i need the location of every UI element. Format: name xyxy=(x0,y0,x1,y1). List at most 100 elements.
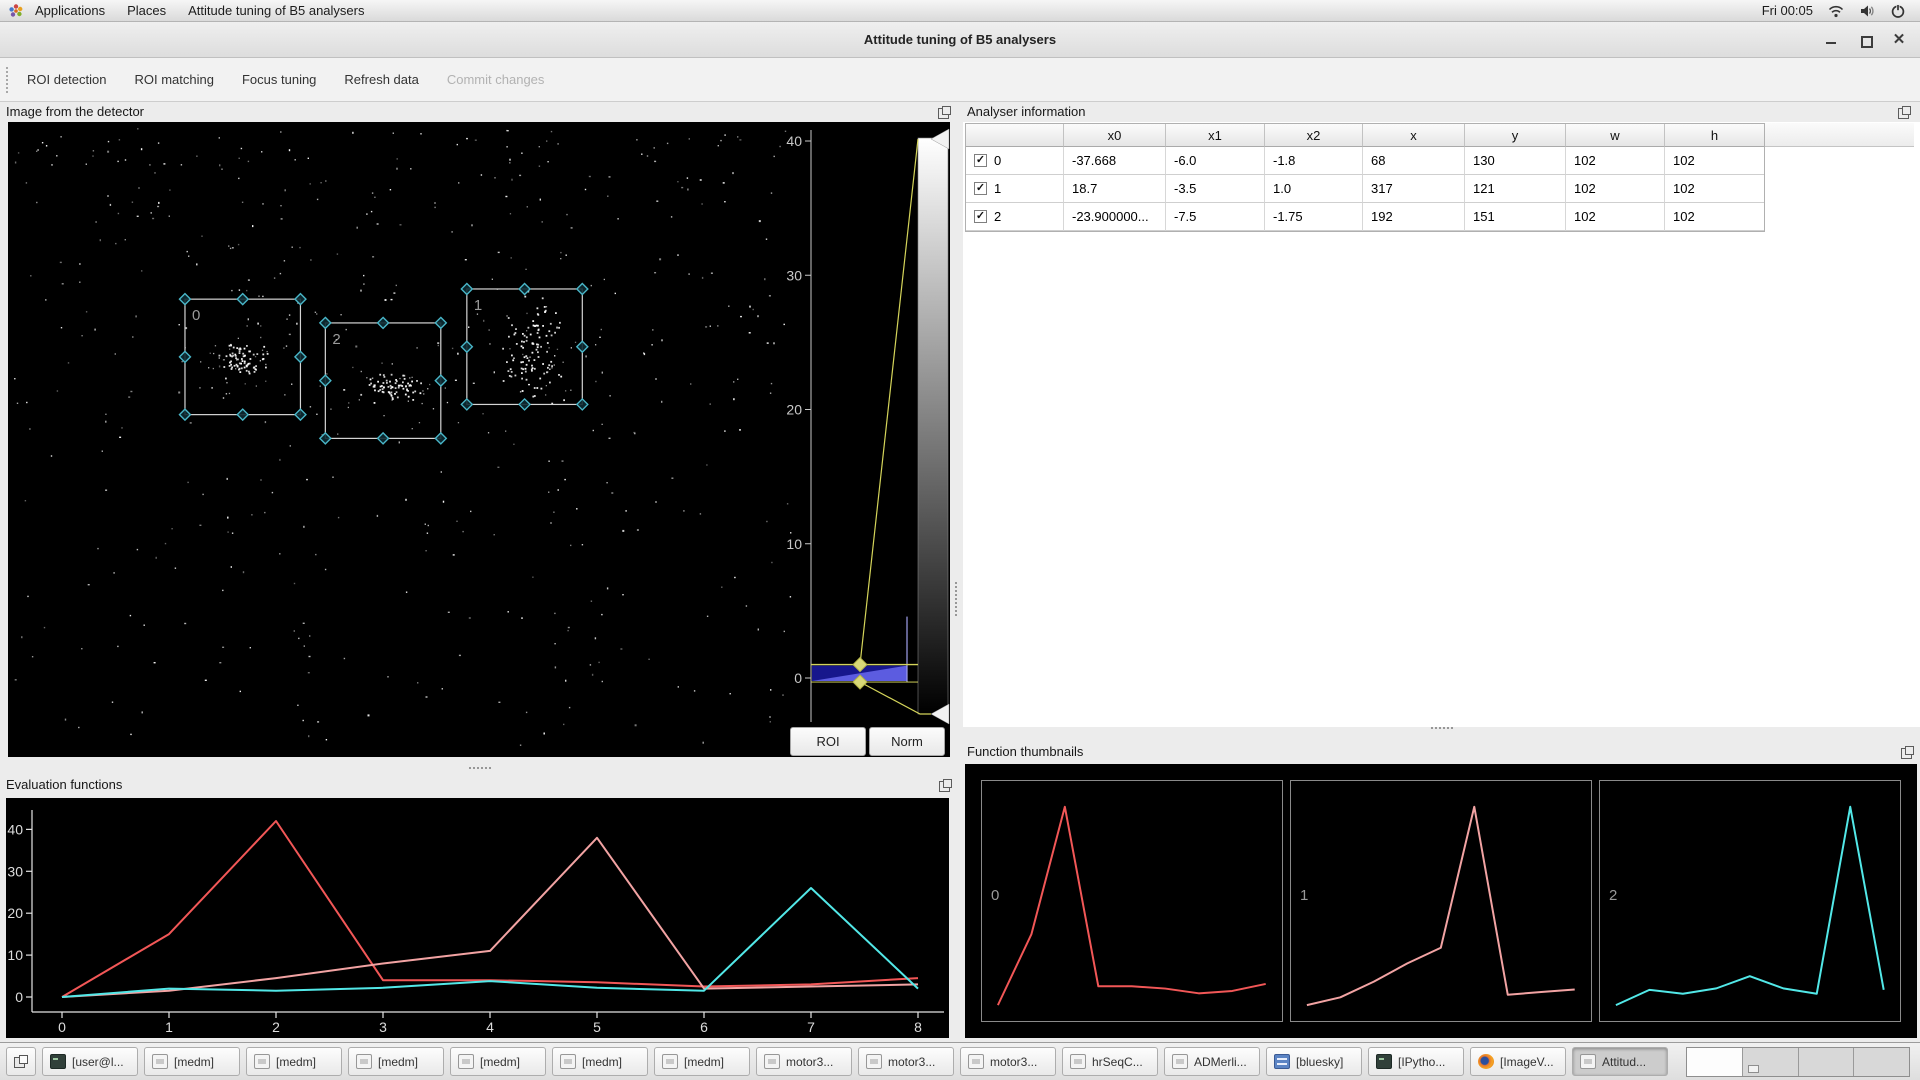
workspace-2[interactable] xyxy=(1743,1048,1799,1076)
row-0-cell-y[interactable]: 130 xyxy=(1465,147,1566,175)
taskbar-medm-3[interactable]: [medm] xyxy=(348,1047,444,1076)
row-0-cell-x0[interactable]: -37.668 xyxy=(1064,147,1166,175)
column-header-x2[interactable]: x2 xyxy=(1265,124,1363,147)
minimize-button[interactable] xyxy=(1824,33,1838,47)
thumbnail-0[interactable]: 0 xyxy=(981,780,1283,1022)
row-1-cell-x2[interactable]: 1.0 xyxy=(1265,175,1363,203)
taskbar-medm-6[interactable]: [medm] xyxy=(654,1047,750,1076)
column-header-h[interactable]: h xyxy=(1665,124,1764,147)
row-1-checkbox[interactable]: ✓ xyxy=(974,182,987,195)
menu-applications[interactable]: Applications xyxy=(24,0,116,21)
taskbar-bluesky[interactable]: [bluesky] xyxy=(1266,1047,1362,1076)
taskbar-hrseqc[interactable]: hrSeqC... xyxy=(1062,1047,1158,1076)
column-header-x1[interactable]: x1 xyxy=(1166,124,1265,147)
window-icon xyxy=(1580,1054,1596,1069)
toolbar-drag-handle[interactable] xyxy=(6,67,8,93)
table-row-2[interactable]: ✓2-23.900000...-7.5-1.75192151102102 xyxy=(966,203,1764,231)
taskbar-attitude[interactable]: Attitud... xyxy=(1572,1047,1668,1076)
svg-text:1: 1 xyxy=(474,297,482,314)
taskbar-medm-2[interactable]: [medm] xyxy=(246,1047,342,1076)
column-header-w[interactable]: w xyxy=(1566,124,1665,147)
roi-matching-button[interactable]: ROI matching xyxy=(125,65,224,94)
window-icon xyxy=(866,1054,882,1069)
roi-button[interactable]: ROI xyxy=(790,727,866,756)
menu-places[interactable]: Places xyxy=(116,0,177,21)
row-2-cell-x1[interactable]: -7.5 xyxy=(1166,203,1265,231)
refresh-data-button[interactable]: Refresh data xyxy=(334,65,428,94)
row-2-cell-x[interactable]: 192 xyxy=(1363,203,1465,231)
thumbnail-2[interactable]: 2 xyxy=(1599,780,1901,1022)
evaluation-detach-icon[interactable] xyxy=(939,779,952,792)
row-0-cell-x1[interactable]: -6.0 xyxy=(1166,147,1265,175)
row-2-cell-x0[interactable]: -23.900000... xyxy=(1064,203,1166,231)
row-1-cell-h[interactable]: 102 xyxy=(1665,175,1764,203)
row-1-id-cell[interactable]: ✓1 xyxy=(966,175,1064,203)
row-0-cell-h[interactable]: 102 xyxy=(1665,147,1764,175)
row-2-id-cell[interactable]: ✓2 xyxy=(966,203,1064,231)
taskbar-medm-1[interactable]: [medm] xyxy=(144,1047,240,1076)
taskbar-terminal-user[interactable]: [user@l... xyxy=(42,1047,138,1076)
taskbar-admerlin[interactable]: ADMerli... xyxy=(1164,1047,1260,1076)
vertical-splitter[interactable] xyxy=(955,582,957,616)
row-0-cell-x[interactable]: 68 xyxy=(1363,147,1465,175)
row-0-id: 0 xyxy=(994,153,1001,168)
norm-button[interactable]: Norm xyxy=(869,727,945,756)
window-icon xyxy=(968,1054,984,1069)
row-2-cell-w[interactable]: 102 xyxy=(1566,203,1665,231)
column-header-select[interactable] xyxy=(966,124,1064,147)
show-desktop-button[interactable] xyxy=(6,1047,36,1076)
taskbar-motor3-3[interactable]: motor3... xyxy=(960,1047,1056,1076)
row-1-cell-w[interactable]: 102 xyxy=(1566,175,1665,203)
horizontal-splitter-right[interactable] xyxy=(1431,727,1453,729)
term-icon xyxy=(1376,1054,1392,1069)
row-2-cell-x2[interactable]: -1.75 xyxy=(1265,203,1363,231)
maximize-button[interactable] xyxy=(1858,33,1872,47)
power-icon[interactable] xyxy=(1890,3,1906,19)
column-header-x[interactable]: x xyxy=(1363,124,1465,147)
taskbar-medm-4[interactable]: [medm] xyxy=(450,1047,546,1076)
row-2-cell-y[interactable]: 151 xyxy=(1465,203,1566,231)
roi-detection-button[interactable]: ROI detection xyxy=(17,65,117,94)
row-2-checkbox[interactable]: ✓ xyxy=(974,210,987,223)
workspace-3[interactable] xyxy=(1799,1048,1855,1076)
row-0-checkbox[interactable]: ✓ xyxy=(974,154,987,167)
row-1-cell-x1[interactable]: -3.5 xyxy=(1166,175,1265,203)
column-header-x0[interactable]: x0 xyxy=(1064,124,1166,147)
taskbar-medm-5[interactable]: [medm] xyxy=(552,1047,648,1076)
clock[interactable]: Fri 00:05 xyxy=(1762,3,1813,18)
row-0-id-cell[interactable]: ✓0 xyxy=(966,147,1064,175)
wifi-icon[interactable] xyxy=(1828,3,1844,19)
horizontal-splitter-left[interactable] xyxy=(469,767,491,769)
table-row-0[interactable]: ✓0-37.668-6.0-1.868130102102 xyxy=(966,147,1764,175)
volume-icon[interactable] xyxy=(1859,3,1875,19)
row-1-cell-y[interactable]: 121 xyxy=(1465,175,1566,203)
detector-image[interactable]: 012010203040 xyxy=(8,122,950,757)
row-2-cell-h[interactable]: 102 xyxy=(1665,203,1764,231)
taskbar-motor3-1[interactable]: motor3... xyxy=(756,1047,852,1076)
workspace-switcher[interactable] xyxy=(1686,1047,1910,1077)
close-button[interactable]: ✕ xyxy=(1892,33,1906,47)
row-0-cell-w[interactable]: 102 xyxy=(1566,147,1665,175)
workspace-1[interactable] xyxy=(1687,1048,1743,1076)
taskbar-motor3-2[interactable]: motor3... xyxy=(858,1047,954,1076)
column-header-y[interactable]: y xyxy=(1465,124,1566,147)
focus-tuning-button[interactable]: Focus tuning xyxy=(232,65,326,94)
table-row-1[interactable]: ✓118.7-3.51.0317121102102 xyxy=(966,175,1764,203)
menu-active-app[interactable]: Attitude tuning of B5 analysers xyxy=(177,0,375,21)
taskbar-ipython[interactable]: [IPytho... xyxy=(1368,1047,1464,1076)
taskbar-imageviewer[interactable]: [ImageV... xyxy=(1470,1047,1566,1076)
lut-gradient-bar[interactable] xyxy=(918,138,948,714)
thumbnails-detach-icon[interactable] xyxy=(1901,746,1914,759)
commit-changes-button: Commit changes xyxy=(437,65,555,94)
evaluation-plot[interactable]: 010203040012345678 xyxy=(6,798,949,1038)
thumbnail-1[interactable]: 1 xyxy=(1290,780,1592,1022)
row-1-cell-x[interactable]: 317 xyxy=(1363,175,1465,203)
histogram-tick-label: 0 xyxy=(794,670,802,686)
row-1-cell-x0[interactable]: 18.7 xyxy=(1064,175,1166,203)
analyser-detach-icon[interactable] xyxy=(1898,106,1911,119)
taskbar-button-label: [IPytho... xyxy=(1398,1055,1445,1069)
detector-detach-icon[interactable] xyxy=(938,106,951,119)
row-0-cell-x2[interactable]: -1.8 xyxy=(1265,147,1363,175)
workspace-4[interactable] xyxy=(1854,1048,1909,1076)
function-thumbnails: 0 1 2 xyxy=(965,764,1917,1038)
